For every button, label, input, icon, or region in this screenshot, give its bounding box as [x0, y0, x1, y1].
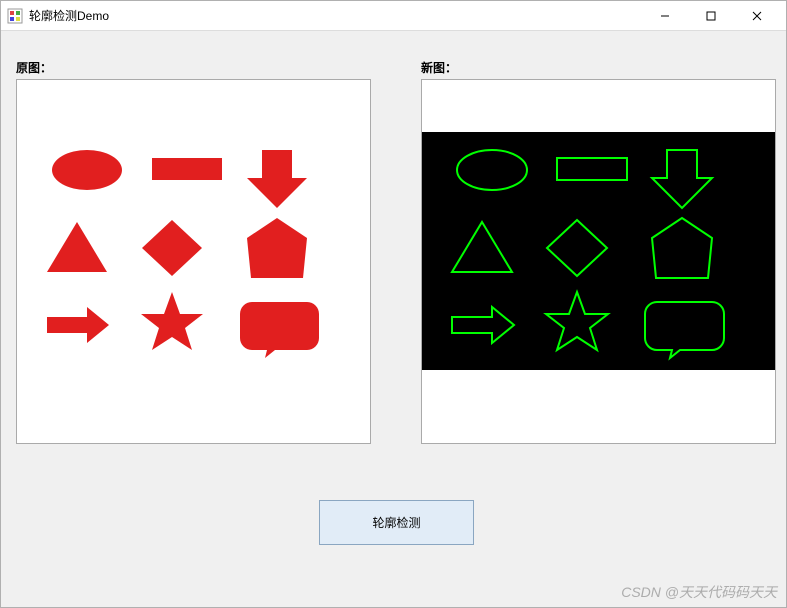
- window-title: 轮廓检测Demo: [29, 7, 642, 24]
- titlebar: 轮廓检测Demo: [1, 1, 786, 31]
- shape-ellipse: [457, 150, 527, 190]
- label-new: 新图：: [421, 59, 457, 76]
- maximize-button[interactable]: [688, 1, 734, 31]
- shape-diamond: [142, 220, 202, 276]
- new-image: [422, 132, 775, 370]
- shape-star: [141, 292, 203, 350]
- original-image-panel: [16, 79, 371, 444]
- new-image-panel: [421, 79, 776, 444]
- shape-right-arrow: [47, 307, 109, 343]
- shape-rectangle: [557, 158, 627, 180]
- app-window: 轮廓检测Demo 原图： 新图：: [0, 0, 787, 608]
- shape-triangle: [452, 222, 512, 272]
- shape-diamond: [547, 220, 607, 276]
- shape-triangle: [47, 222, 107, 272]
- client-area: 原图： 新图：: [1, 31, 786, 607]
- window-controls: [642, 1, 780, 31]
- shape-right-arrow: [452, 307, 514, 343]
- detect-button[interactable]: 轮廓检测: [319, 500, 474, 545]
- shape-down-arrow: [247, 150, 307, 208]
- shape-speech-bubble: [240, 302, 319, 358]
- original-image: [17, 132, 370, 370]
- label-original: 原图：: [16, 59, 52, 76]
- minimize-button[interactable]: [642, 1, 688, 31]
- shape-pentagon: [247, 218, 307, 278]
- shape-down-arrow: [652, 150, 712, 208]
- close-button[interactable]: [734, 1, 780, 31]
- shape-pentagon: [652, 218, 712, 278]
- shape-star: [546, 292, 608, 350]
- shape-ellipse: [52, 150, 122, 190]
- app-icon: [7, 8, 23, 24]
- shape-speech-bubble: [645, 302, 724, 358]
- shape-rectangle: [152, 158, 222, 180]
